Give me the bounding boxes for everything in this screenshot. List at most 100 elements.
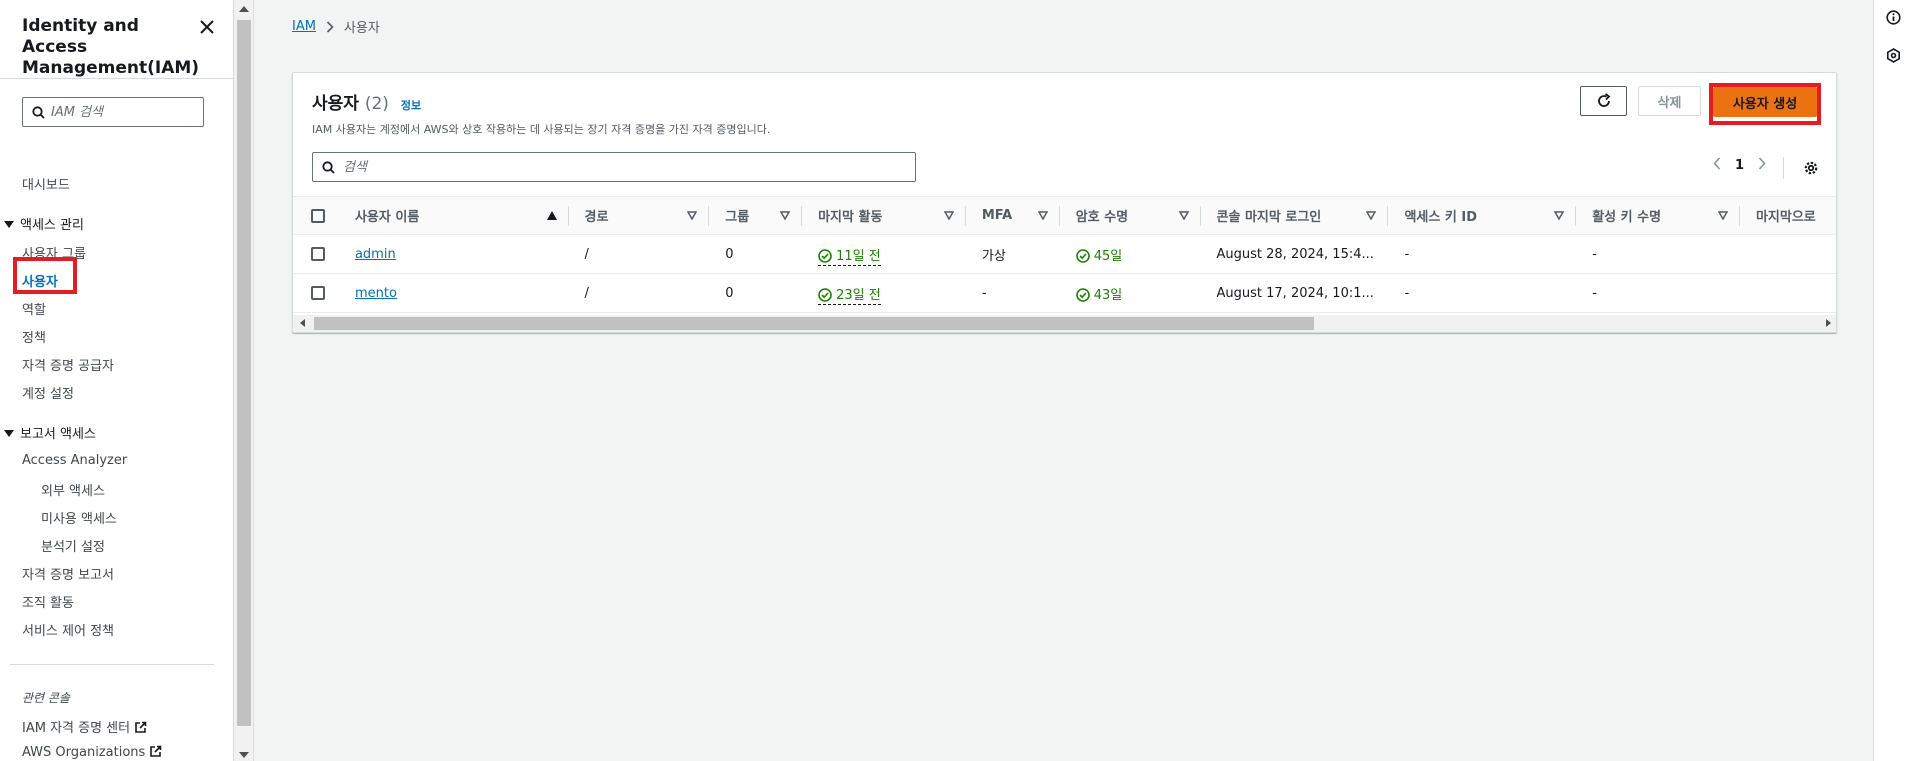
highlight-users	[13, 257, 77, 294]
sort-icon[interactable]	[1178, 211, 1189, 220]
sidebar-section-access-management[interactable]: 액세스 관리	[4, 214, 84, 233]
sort-icon[interactable]	[1717, 211, 1728, 220]
delete-button[interactable]: 삭제	[1638, 86, 1701, 116]
check-circle-icon	[818, 248, 832, 263]
sidebar-item-roles[interactable]: 역할	[22, 299, 46, 318]
info-icon[interactable]	[1886, 10, 1901, 29]
breadcrumb-current: 사용자	[343, 21, 380, 36]
scroll-left-icon[interactable]	[300, 319, 305, 327]
column-label: 마지막으로	[1755, 210, 1816, 225]
table-header-row: 사용자 이름 경로 그룹 마지막 활동 MFA 암호 수명 콘솔 마지막 로그인…	[293, 196, 1836, 235]
sidebar-search[interactable]	[22, 97, 204, 127]
right-tools-rail	[1873, 0, 1911, 761]
link-label: IAM 자격 증명 센터	[22, 721, 131, 736]
column-header-active-key-age[interactable]: 활성 키 수명	[1576, 197, 1740, 235]
active-key-age-cell: -	[1592, 246, 1597, 262]
sidebar-link-organizations[interactable]: AWS Organizations	[22, 745, 162, 760]
scrollbar-thumb[interactable]	[314, 317, 1314, 330]
sidebar-item-account-settings[interactable]: 계정 설정	[22, 383, 74, 402]
last-cell	[1740, 274, 1836, 313]
sidebar-item-external-access[interactable]: 외부 액세스	[41, 480, 105, 499]
sidebar-item-scps[interactable]: 서비스 제어 정책	[22, 620, 114, 639]
column-header-console-last-login[interactable]: 콘솔 마지막 로그인	[1201, 197, 1389, 235]
last-activity-text: 23일 전	[836, 287, 881, 303]
scroll-up-icon[interactable]	[239, 6, 249, 12]
table-search-input[interactable]	[343, 157, 903, 177]
username-link[interactable]: admin	[355, 247, 396, 262]
sort-icon[interactable]	[1554, 211, 1565, 220]
sidebar-scrollbar[interactable]	[234, 0, 254, 761]
column-header-last-activity[interactable]: 마지막 활동	[802, 197, 966, 235]
last-activity-value[interactable]: 11일 전	[818, 248, 881, 266]
table-horizontal-scrollbar[interactable]	[293, 315, 1836, 332]
column-header-access-key-id[interactable]: 액세스 키 ID	[1388, 197, 1577, 235]
info-link[interactable]: 정보	[401, 99, 421, 112]
password-age-cell: 45일	[1060, 235, 1201, 274]
last-activity-cell: 23일 전	[802, 274, 966, 313]
sort-icon[interactable]	[943, 211, 954, 220]
column-header-last[interactable]: 마지막으로	[1740, 197, 1836, 235]
sort-icon[interactable]	[687, 211, 698, 220]
divider	[10, 664, 214, 665]
table-search[interactable]	[312, 152, 916, 182]
caret-down-icon	[4, 430, 14, 437]
row-checkbox[interactable]	[311, 247, 325, 261]
scrollbar-thumb[interactable]	[237, 20, 251, 726]
groups-cell: 0	[725, 285, 734, 301]
sidebar-link-identity-center[interactable]: IAM 자격 증명 센터	[22, 717, 147, 736]
sidebar-section-access-reports[interactable]: 보고서 액세스	[4, 423, 96, 442]
last-cell	[1740, 235, 1836, 274]
column-label: 사용자 이름	[354, 210, 420, 225]
console-last-login-cell: August 28, 2024, 15:4...	[1216, 246, 1374, 262]
prev-page-icon[interactable]	[1713, 157, 1721, 174]
row-select-cell	[293, 274, 339, 313]
pagination: 1	[1713, 157, 1766, 174]
sidebar-item-organization-activity[interactable]: 조직 활동	[22, 592, 74, 611]
column-header-mfa[interactable]: MFA	[966, 197, 1060, 235]
column-header-username[interactable]: 사용자 이름	[339, 197, 569, 235]
path-cell: /	[584, 246, 589, 262]
sort-ascending-icon[interactable]	[546, 211, 557, 220]
row-checkbox[interactable]	[311, 286, 325, 300]
link-label: AWS Organizations	[22, 745, 146, 760]
column-header-path[interactable]: 경로	[569, 197, 710, 235]
column-header-password-age[interactable]: 암호 수명	[1060, 197, 1201, 235]
divider	[1783, 157, 1784, 179]
help-panel-icon[interactable]	[1886, 48, 1901, 67]
gear-icon[interactable]	[1803, 160, 1819, 180]
access-key-id-cell: -	[1404, 246, 1410, 262]
refresh-button[interactable]	[1580, 86, 1627, 116]
external-link-icon	[135, 721, 147, 733]
breadcrumb-iam-link[interactable]: IAM	[292, 19, 316, 34]
username-link[interactable]: mento	[355, 286, 397, 301]
password-age-cell: 43일	[1060, 274, 1201, 313]
sidebar-item-unused-access[interactable]: 미사용 액세스	[41, 508, 117, 527]
password-age-text: 45일	[1093, 248, 1123, 264]
create-user-button[interactable]: 사용자 생성	[1713, 87, 1817, 117]
scroll-down-icon[interactable]	[239, 752, 249, 758]
sidebar-search-input[interactable]	[51, 102, 199, 122]
sidebar-item-access-analyzer[interactable]: Access Analyzer	[22, 453, 127, 468]
sidebar-item-dashboard[interactable]: 대시보드	[22, 174, 70, 193]
sort-icon[interactable]	[1037, 211, 1048, 220]
page-number[interactable]: 1	[1735, 158, 1744, 173]
column-header-groups[interactable]: 그룹	[709, 197, 803, 235]
table-row[interactable]: mento / 0 23일 전 - 43일 August 17, 2024, 1…	[293, 274, 1836, 313]
sidebar-item-policies[interactable]: 정책	[22, 327, 46, 346]
check-circle-icon	[1075, 248, 1090, 263]
last-activity-value[interactable]: 23일 전	[818, 287, 881, 305]
sort-icon[interactable]	[1366, 211, 1377, 220]
scroll-right-icon[interactable]	[1826, 319, 1831, 327]
sort-icon[interactable]	[780, 211, 791, 220]
close-icon[interactable]	[198, 18, 216, 36]
section-label: 보고서 액세스	[20, 427, 96, 442]
sidebar-item-identity-providers[interactable]: 자격 증명 공급자	[22, 355, 114, 374]
sidebar-item-analyzer-settings[interactable]: 분석기 설정	[41, 536, 105, 555]
external-link-icon	[150, 745, 162, 757]
select-all-checkbox[interactable]	[311, 208, 325, 223]
sidebar-item-credential-report[interactable]: 자격 증명 보고서	[22, 564, 114, 583]
table-row[interactable]: admin / 0 11일 전 가상 45일 August 28, 2024, …	[293, 235, 1836, 274]
username-cell: admin	[339, 235, 569, 274]
mfa-cell: -	[981, 285, 987, 301]
next-page-icon[interactable]	[1758, 157, 1766, 174]
